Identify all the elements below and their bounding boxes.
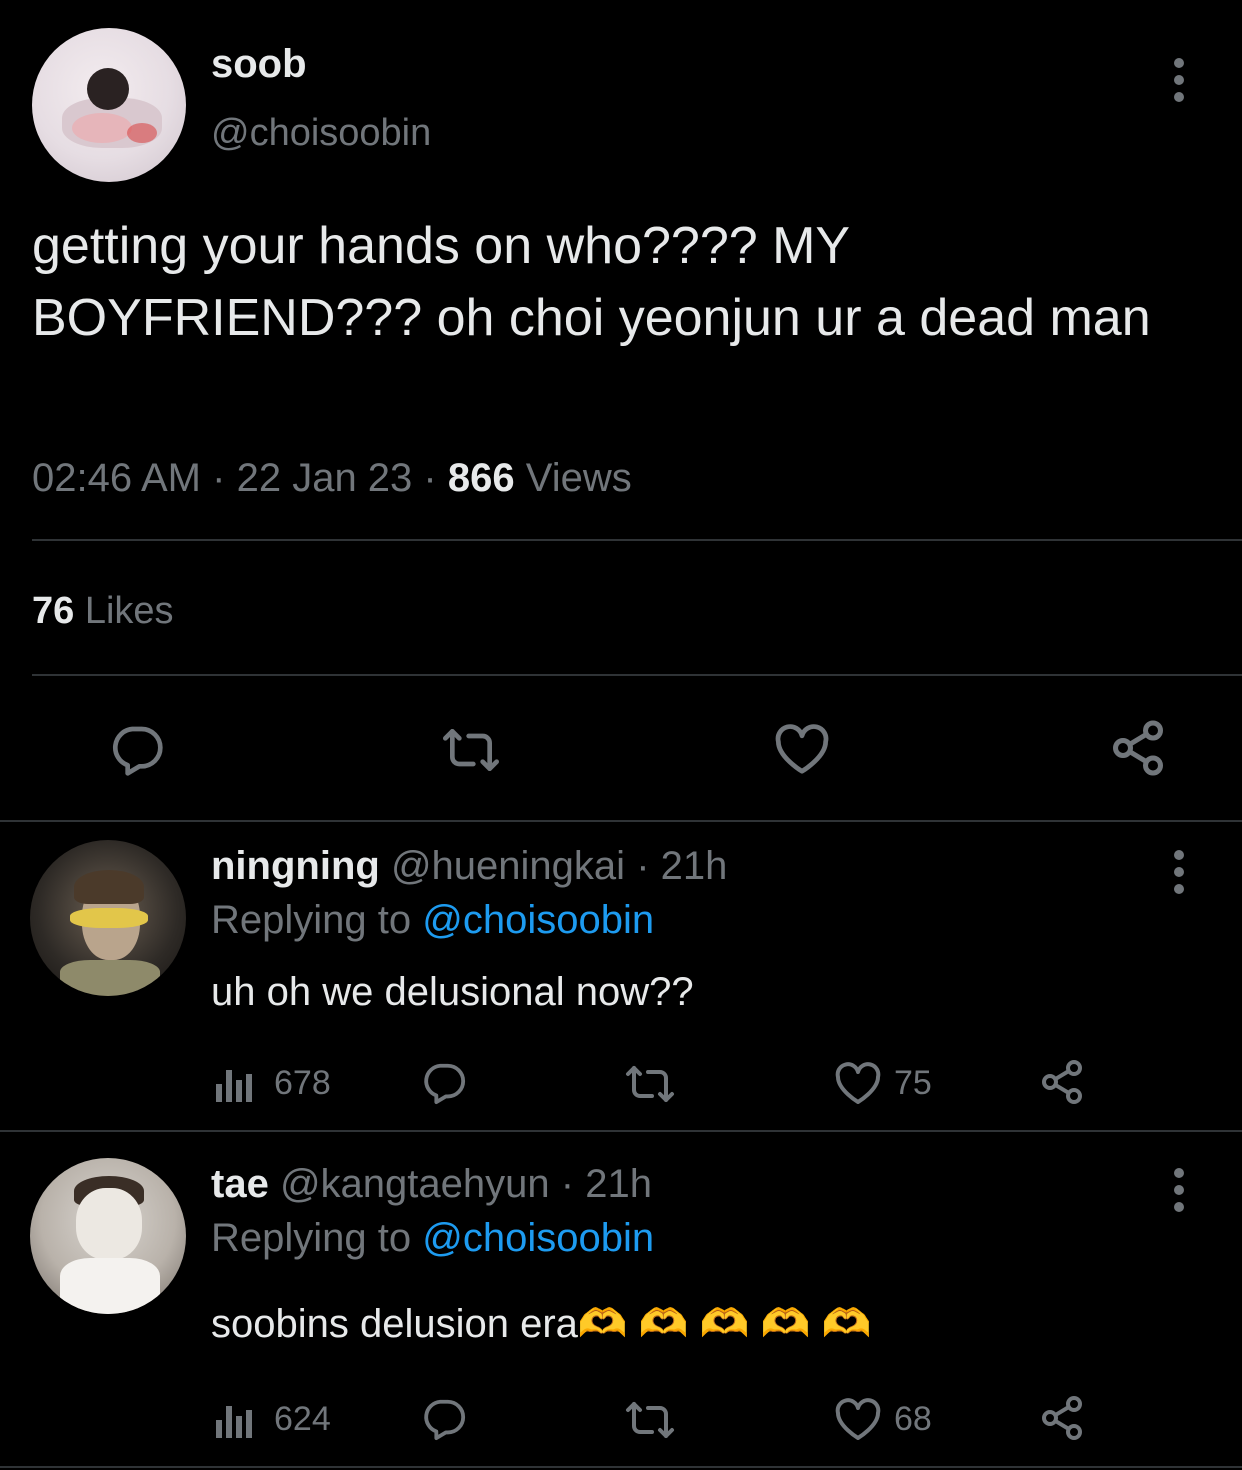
reply-header: tae @kangtaehyun · 21h [211, 1162, 652, 1207]
divider [0, 1130, 1242, 1132]
like-icon[interactable] [773, 724, 831, 776]
views-icon[interactable] [214, 1064, 254, 1104]
like-icon[interactable] [834, 1398, 882, 1442]
reply-author-name[interactable]: ningning [211, 844, 380, 888]
author-name[interactable]: soob [211, 42, 307, 87]
reply-text: soobins delusion era🫶 🫶 🫶 🫶 🫶 [211, 1300, 871, 1347]
meta-separator: · [423, 456, 437, 500]
tweet-time: 02:46 AM [32, 456, 202, 500]
author-handle[interactable]: @choisoobin [211, 112, 431, 155]
reply-icon[interactable] [108, 722, 166, 778]
likes-stat[interactable]: 76 Likes [32, 590, 174, 633]
views-count: 866 [447, 456, 515, 500]
reply-age[interactable]: 21h [661, 844, 728, 888]
reply-text-body: soobins delusion era [211, 1302, 578, 1346]
reply-icon[interactable] [420, 1060, 468, 1106]
reply-author-handle[interactable]: @kangtaehyun [280, 1162, 550, 1206]
like-count: 68 [894, 1400, 932, 1438]
likes-label: Likes [84, 590, 174, 632]
more-icon[interactable] [1169, 1168, 1189, 1219]
replying-label: Replying to [211, 898, 412, 942]
meta-separator: · [560, 1162, 575, 1206]
replying-handle-link[interactable]: @choisoobin [422, 898, 654, 942]
divider [0, 820, 1242, 822]
tweet-text: getting your hands on who???? MY BOYFRIE… [32, 217, 1151, 347]
views-label: Views [525, 456, 632, 500]
divider [0, 1466, 1242, 1468]
views-count: 678 [274, 1064, 331, 1102]
divider [32, 674, 1242, 676]
retweet-icon[interactable] [438, 722, 504, 778]
replying-to: Replying to @choisoobin [211, 898, 654, 943]
like-icon[interactable] [834, 1062, 882, 1106]
reply-age[interactable]: 21h [585, 1162, 652, 1206]
views-icon[interactable] [214, 1400, 254, 1440]
avatar[interactable] [30, 1158, 186, 1314]
avatar[interactable] [30, 840, 186, 996]
retweet-icon[interactable] [622, 1060, 678, 1108]
reply-author-handle[interactable]: @hueningkai [391, 844, 625, 888]
tweet-meta: 02:46 AM · 22 Jan 23 · 866 Views [32, 456, 632, 501]
replying-label: Replying to [211, 1216, 412, 1260]
share-icon[interactable] [1108, 718, 1168, 778]
replying-handle-link[interactable]: @choisoobin [422, 1216, 654, 1260]
more-icon[interactable] [1169, 58, 1189, 109]
share-icon[interactable] [1038, 1058, 1086, 1106]
more-icon[interactable] [1169, 850, 1189, 901]
meta-separator: · [212, 456, 226, 500]
divider [32, 539, 1242, 541]
reply-header: ningning @hueningkai · 21h [211, 844, 727, 889]
like-count: 75 [894, 1064, 932, 1102]
reply-text: uh oh we delusional now?? [211, 970, 694, 1014]
meta-separator: · [636, 844, 650, 888]
reply-icon[interactable] [420, 1396, 468, 1442]
views-count: 624 [274, 1400, 331, 1438]
tweet-date[interactable]: 22 Jan 23 [237, 456, 413, 500]
heart-hands-emoji: 🫶 🫶 🫶 🫶 🫶 [577, 1302, 872, 1346]
retweet-icon[interactable] [622, 1396, 678, 1444]
likes-count: 76 [32, 590, 75, 632]
replying-to: Replying to @choisoobin [211, 1216, 654, 1261]
share-icon[interactable] [1038, 1394, 1086, 1442]
reply-author-name[interactable]: tae [211, 1162, 269, 1206]
avatar[interactable] [32, 28, 186, 182]
